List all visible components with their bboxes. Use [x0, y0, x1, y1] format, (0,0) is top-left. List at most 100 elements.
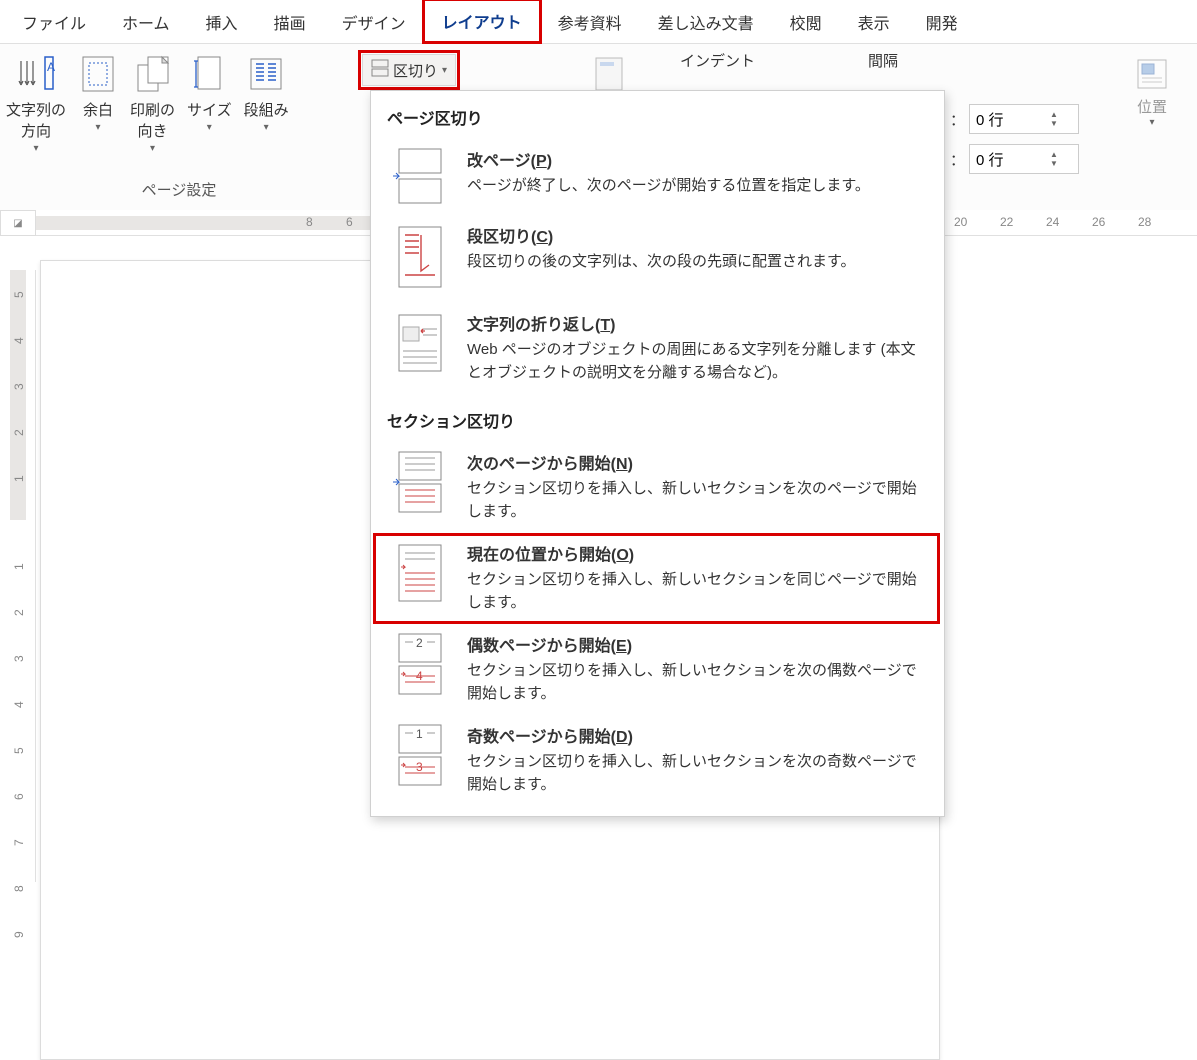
ribbon-tabs: ファイル ホーム 挿入 描画 デザイン レイアウト 参考資料 差し込み文書 校閲…: [0, 0, 1197, 44]
ruler-mark: 9: [12, 918, 26, 938]
ruler-mark: 2: [12, 416, 26, 436]
text-direction-icon: A: [16, 54, 56, 94]
svg-text:A: A: [47, 60, 55, 74]
section-continuous-icon: [391, 541, 449, 605]
columns-label: 段組み: [244, 100, 289, 121]
svg-text:4: 4: [416, 669, 423, 683]
ruler-mark: 6: [346, 215, 353, 229]
ruler-mark: 6: [12, 780, 26, 800]
section-break-even-page-desc: セクション区切りを挿入し、新しいセクションを次の偶数ページで開始します。: [467, 660, 928, 705]
tab-references[interactable]: 参考資料: [540, 0, 640, 44]
svg-text:1: 1: [416, 727, 423, 741]
spacing-after-input[interactable]: ▲▼: [969, 144, 1079, 174]
chevron-down-icon: ▾: [150, 142, 155, 156]
spacing-before-suffix: ：: [950, 109, 965, 130]
section-even-page-icon: 24: [391, 632, 449, 696]
break-column-desc: 段区切りの後の文字列は、次の段の先頭に配置されます。: [467, 251, 928, 274]
ruler-mark: 8: [306, 215, 313, 229]
ruler-mark: 1: [12, 462, 26, 482]
orientation-label: 印刷の 向き: [130, 100, 175, 142]
breaks-dropdown: ページ区切り 改ページ(P) ページが終了し、次のページが開始する位置を指定しま…: [370, 90, 945, 817]
position-label: 位置: [1137, 96, 1167, 117]
spinner-arrows-icon[interactable]: ▲▼: [1050, 150, 1060, 168]
ruler-mark: 3: [12, 642, 26, 662]
size-icon: [189, 54, 229, 94]
margins-label: 余白: [83, 100, 113, 121]
tab-developer[interactable]: 開発: [908, 0, 976, 44]
break-text-wrapping[interactable]: 文字列の折り返し(T) Web ページのオブジェクトの周囲にある文字列を分離しま…: [371, 303, 944, 394]
tab-insert[interactable]: 挿入: [188, 0, 256, 44]
ruler-mark: 28: [1138, 215, 1151, 229]
ruler-mark: 20: [954, 215, 967, 229]
breaks-button[interactable]: 区切り ▾: [362, 54, 456, 86]
columns-button[interactable]: 段組み ▾: [238, 50, 295, 139]
size-label: サイズ: [187, 100, 232, 121]
section-break-even-page[interactable]: 24 偶数ページから開始(E) セクション区切りを挿入し、新しいセクションを次の…: [371, 624, 944, 715]
spacing-before-input[interactable]: ▲▼: [969, 104, 1079, 134]
break-page-desc: ページが終了し、次のページが開始する位置を指定します。: [467, 175, 928, 198]
page-setup-group-label: ページ設定: [0, 179, 358, 200]
text-direction-label: 文字列の 方向: [6, 100, 66, 142]
chevron-down-icon: ▾: [442, 65, 447, 76]
section-break-odd-page[interactable]: 13 奇数ページから開始(D) セクション区切りを挿入し、新しいセクションを次の…: [371, 715, 944, 806]
svg-text:3: 3: [416, 760, 423, 774]
ruler-mark: 22: [1000, 215, 1013, 229]
ruler-mark: 1: [12, 550, 26, 570]
chevron-down-icon: ▾: [1149, 117, 1154, 128]
indent-group-label: インデント: [680, 50, 755, 71]
section-break-continuous[interactable]: 現在の位置から開始(O) セクション区切りを挿入し、新しいセクションを同じページ…: [371, 533, 944, 624]
page-break-icon: [391, 147, 449, 205]
ruler-mark: 3: [12, 370, 26, 390]
section-break-next-page[interactable]: 次のページから開始(N) セクション区切りを挿入し、新しいセクションを次のページ…: [371, 442, 944, 533]
ruler-mark: 26: [1092, 215, 1105, 229]
margins-icon: [78, 54, 118, 94]
ruler-mark: 8: [12, 872, 26, 892]
orientation-button[interactable]: 印刷の 向き ▾: [124, 50, 181, 160]
tab-home[interactable]: ホーム: [104, 0, 188, 44]
svg-text:2: 2: [416, 636, 423, 650]
ruler-mark: 5: [12, 278, 26, 298]
break-text-wrapping-desc: Web ページのオブジェクトの周囲にある文字列を分離します (本文とオブジェクト…: [467, 339, 928, 384]
section-break-continuous-desc: セクション区切りを挿入し、新しいセクションを同じページで開始します。: [467, 569, 928, 614]
section-break-odd-page-desc: セクション区切りを挿入し、新しいセクションを次の奇数ページで開始します。: [467, 751, 928, 796]
vertical-ruler[interactable]: 5 4 3 2 1 1 2 3 4 5 6 7 8 9: [0, 270, 36, 882]
section-break-next-page-desc: セクション区切りを挿入し、新しいセクションを次のページで開始します。: [467, 478, 928, 523]
breaks-icon: [371, 59, 389, 81]
spacing-after-value[interactable]: [970, 149, 1050, 170]
tab-mailings[interactable]: 差し込み文書: [640, 0, 772, 44]
tab-file[interactable]: ファイル: [4, 0, 104, 44]
margins-button[interactable]: 余白 ▾: [72, 50, 124, 139]
ruler-mark: 4: [12, 324, 26, 344]
chevron-down-icon: ▾: [96, 121, 101, 135]
column-break-icon: [391, 223, 449, 293]
spacing-group-label: 間隔: [868, 50, 898, 71]
break-page[interactable]: 改ページ(P) ページが終了し、次のページが開始する位置を指定します。: [371, 139, 944, 215]
section-next-page-icon: [391, 450, 449, 514]
tab-view[interactable]: 表示: [840, 0, 908, 44]
ruler-mark: 4: [12, 688, 26, 708]
ruler-mark: 24: [1046, 215, 1059, 229]
section-odd-page-icon: 13: [391, 723, 449, 787]
tab-review[interactable]: 校閲: [772, 0, 840, 44]
ruler-mark: 7: [12, 826, 26, 846]
spacing-after-suffix: ：: [950, 149, 965, 170]
break-column[interactable]: 段区切り(C) 段区切りの後の文字列は、次の段の先頭に配置されます。: [371, 215, 944, 303]
tab-draw[interactable]: 描画: [256, 0, 324, 44]
text-wrap-break-icon: [391, 311, 449, 375]
breaks-label: 区切り: [393, 60, 438, 81]
chevron-down-icon: ▾: [33, 142, 38, 156]
tab-design[interactable]: デザイン: [324, 0, 424, 44]
spacing-before-value[interactable]: [970, 109, 1050, 130]
position-button[interactable]: 位置 ▾: [1130, 52, 1174, 132]
position-icon: [1134, 56, 1170, 96]
columns-icon: [246, 54, 286, 94]
ruler-mark: 5: [12, 734, 26, 754]
ruler-corner: ◪: [0, 210, 36, 236]
breaks-category-section: セクション区切り: [371, 394, 944, 442]
tab-layout[interactable]: レイアウト: [424, 0, 540, 46]
size-button[interactable]: サイズ ▾: [181, 50, 238, 139]
orientation-icon: [133, 54, 173, 94]
chevron-down-icon: ▾: [207, 121, 212, 135]
text-direction-button[interactable]: A 文字列の 方向 ▾: [0, 50, 72, 160]
spinner-arrows-icon[interactable]: ▲▼: [1050, 110, 1060, 128]
